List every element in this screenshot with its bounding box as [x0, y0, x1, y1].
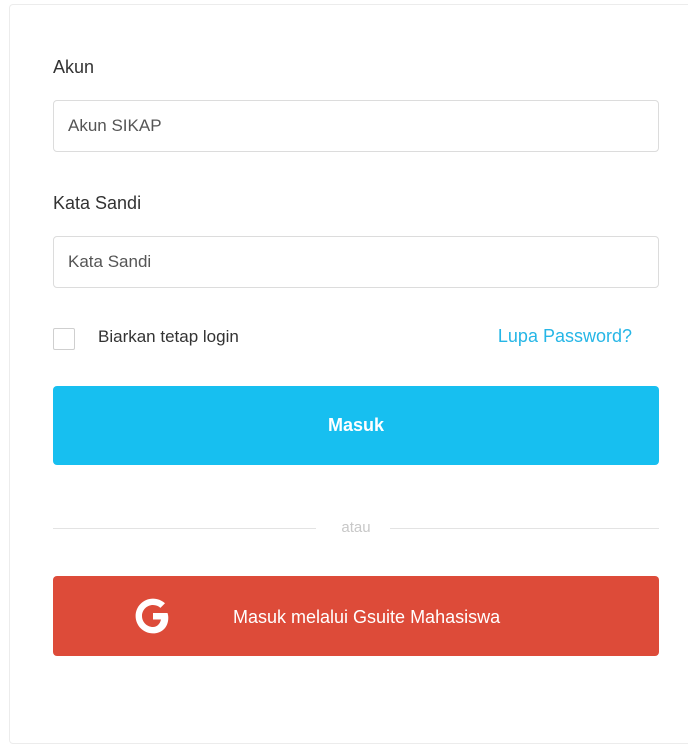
forgot-password-link[interactable]: Lupa Password? [498, 326, 632, 347]
remember-label: Biarkan tetap login [98, 327, 239, 346]
remember-checkbox[interactable] [53, 328, 75, 350]
google-login-button[interactable]: Masuk melalui Gsuite Mahasiswa [53, 576, 659, 656]
google-login-label: Masuk melalui Gsuite Mahasiswa [233, 607, 501, 627]
google-g-icon [135, 598, 169, 634]
account-input[interactable] [53, 100, 659, 152]
password-label: Kata Sandi [53, 193, 142, 213]
password-input[interactable] [53, 236, 659, 288]
divider-line-right [390, 528, 659, 529]
login-button[interactable]: Masuk [53, 386, 659, 465]
account-label: Akun [53, 57, 95, 77]
